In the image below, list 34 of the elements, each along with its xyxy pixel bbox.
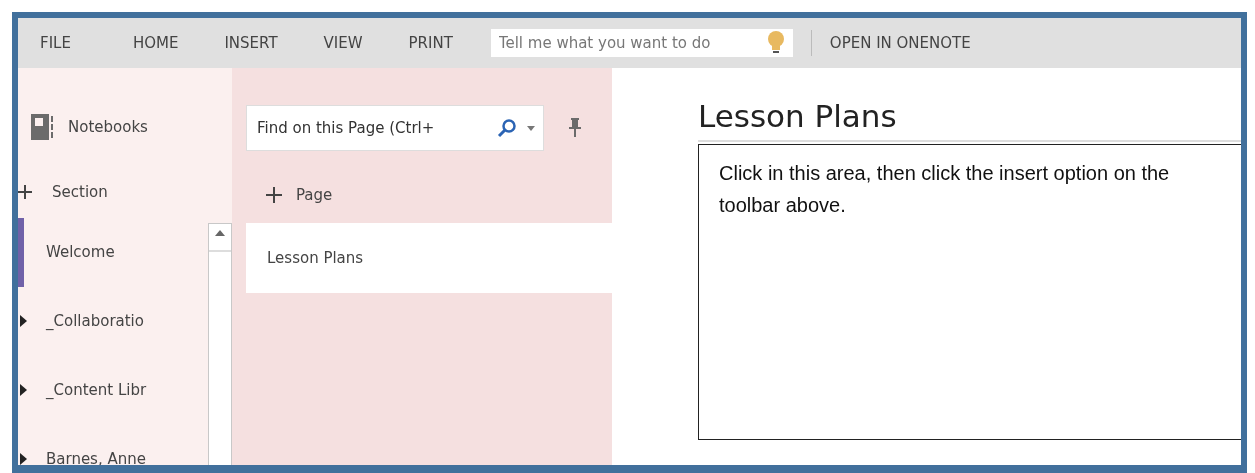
- plus-icon: [18, 185, 32, 200]
- section-tab[interactable]: Barnes, Anne: [18, 424, 208, 465]
- section-tab[interactable]: _Collaboratio: [18, 286, 208, 356]
- dropdown-caret-icon[interactable]: [527, 125, 535, 131]
- add-page-label[interactable]: Page: [296, 183, 333, 207]
- section-tab[interactable]: _Content Libr: [18, 355, 208, 425]
- menu-tab[interactable]: INSERT: [224, 27, 278, 59]
- lightbulb-icon: [766, 30, 785, 56]
- scroll-up-icon[interactable]: [215, 230, 225, 236]
- find-field[interactable]: Find on this Page (Ctrl+: [257, 116, 497, 140]
- open-in-app-button[interactable]: OPEN IN ONENOTE: [829, 27, 971, 59]
- page-tab[interactable]: Lesson Plans: [246, 223, 612, 293]
- search-icon: [497, 118, 517, 138]
- expand-arrow-icon[interactable]: [20, 453, 27, 465]
- scrollbar[interactable]: [208, 223, 232, 465]
- notebook-icon: [30, 113, 56, 141]
- menu-tab[interactable]: HOME: [132, 27, 179, 59]
- plus-icon: [266, 187, 282, 203]
- tell-me-box[interactable]: Tell me what you want to do: [490, 29, 793, 57]
- note-text[interactable]: Click in this area, then click the insert option on the toolbar above.: [698, 144, 1241, 441]
- expand-arrow-icon[interactable]: [20, 384, 27, 396]
- menu-tab[interactable]: PRINT: [408, 27, 453, 59]
- notebooks-label[interactable]: Notebooks: [68, 115, 148, 139]
- notebooks-button[interactable]: Notebooks: [30, 113, 208, 141]
- pin-icon[interactable]: [568, 118, 582, 138]
- menu-tab[interactable]: FILE: [40, 27, 71, 59]
- menu-tab[interactable]: VIEW: [323, 27, 363, 59]
- add-section-button[interactable]: Section: [18, 181, 208, 204]
- expand-arrow-icon[interactable]: [20, 315, 27, 327]
- tell-me-field[interactable]: Tell me what you want to do: [498, 31, 767, 55]
- add-section-label[interactable]: Section: [52, 181, 108, 204]
- add-page-button[interactable]: Page: [266, 175, 612, 215]
- page-title[interactable]: Lesson Plans: [698, 96, 1241, 137]
- find-box[interactable]: Find on this Page (Ctrl+: [246, 105, 544, 151]
